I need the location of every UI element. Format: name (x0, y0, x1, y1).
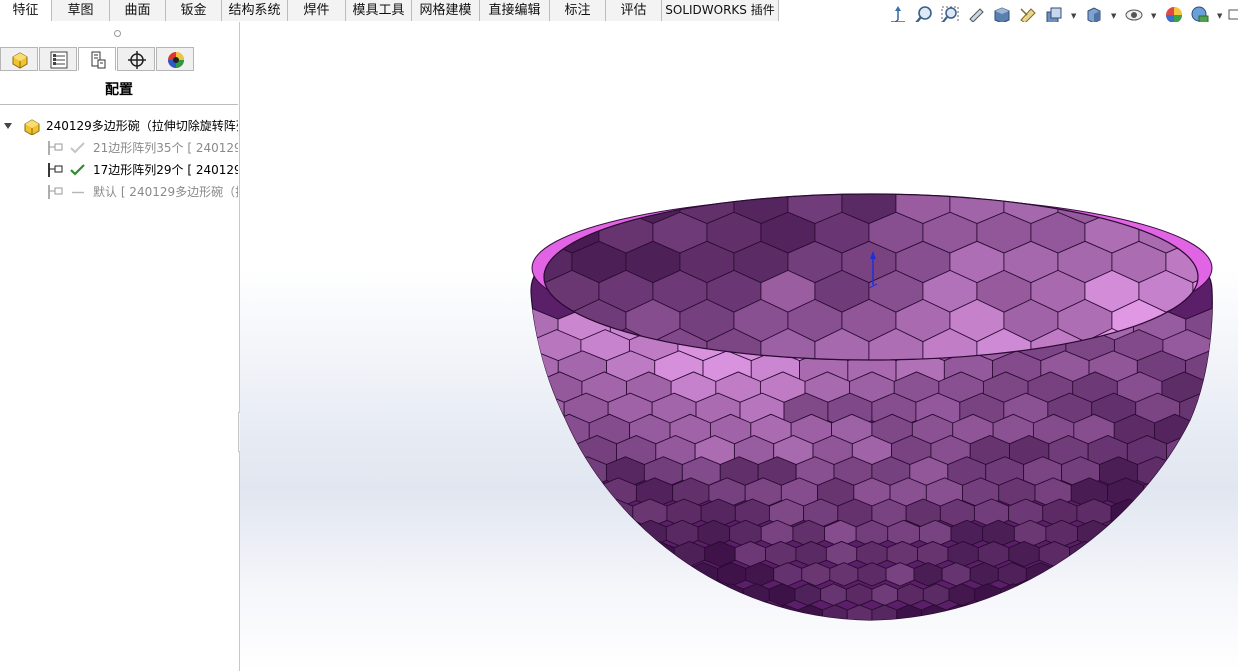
outer-facet (661, 562, 691, 587)
config-row-3[interactable]: 默认 [ 240129多边形碗（拉伸切除旋转阵列 ] (0, 183, 238, 201)
outer-facet (1099, 540, 1131, 567)
dash-icon (72, 191, 84, 194)
apply-scene-dropdown-icon[interactable]: ▼ (1217, 13, 1224, 20)
inner-facet (464, 241, 518, 288)
tab-markup[interactable]: 标注 (550, 0, 606, 21)
outer-facet (1025, 583, 1053, 606)
configuration-icon (91, 51, 106, 69)
inner-facet (1220, 241, 1238, 288)
tree-root-label: 240129多边形碗（拉伸切除旋转阵列 (46, 119, 238, 133)
outer-facet (462, 351, 511, 391)
feature-manager-tab[interactable] (0, 47, 38, 71)
crosshair-icon (128, 51, 146, 69)
outer-facet (747, 604, 774, 620)
panel-grip-handle[interactable] (114, 30, 121, 37)
outer-facet (1194, 413, 1213, 450)
outer-facet (1174, 456, 1213, 489)
tab-weldments[interactable]: 焊件 (288, 0, 346, 21)
appearance-ball-icon (168, 52, 184, 68)
part-icon (24, 119, 40, 135)
outer-facet (537, 435, 578, 470)
tree-root-row[interactable]: 240129多边形碗（拉伸切除旋转阵列 (0, 117, 238, 135)
configuration-manager-tab[interactable] (78, 47, 116, 71)
outer-facet (570, 519, 604, 548)
tab-structure-system[interactable]: 结构系统 (222, 0, 288, 21)
display-manager-tab[interactable] (156, 47, 194, 71)
config-row-2[interactable]: 17边形阵列29个 [ 240129多边形碗（拉伸切除旋转阵列 ] (0, 161, 238, 179)
property-manager-tab[interactable] (39, 47, 77, 71)
graphics-viewport[interactable] (240, 22, 1238, 671)
tab-sheet-metal[interactable]: 钣金 (166, 0, 222, 21)
outer-facet (531, 329, 534, 372)
outer-facet (563, 498, 600, 528)
tab-mold-tools[interactable]: 模具工具 (346, 0, 412, 21)
checkmark-icon (70, 142, 85, 154)
tab-direct-editing[interactable]: 直接编辑 (480, 0, 550, 21)
panel-divider (0, 104, 238, 105)
command-manager-tabs: 特征 草图 曲面 钣金 结构系统 焊件 模具工具 网格建模 直接编辑 标注 评估… (0, 0, 779, 23)
tab-solidworks-addins[interactable]: SOLIDWORKS 插件 (662, 0, 779, 21)
configuration-node-icon (48, 185, 63, 199)
inner-facet (1165, 194, 1198, 228)
config-label-3: 默认 [ 240129多边形碗（拉伸切除旋转阵列 ] (93, 185, 238, 199)
config-row-1[interactable]: 21边形阵列35个 [ 240129多边形碗（拉伸切除旋转阵列 ] (0, 139, 238, 157)
outer-facet (1206, 371, 1213, 411)
inner-facet (1220, 183, 1238, 227)
inner-facet (464, 183, 518, 227)
outer-facet (531, 435, 539, 470)
outer-facet (453, 308, 506, 351)
configuration-manager-panel: 配置 240129多边形碗（拉伸切除旋转阵列 21边形阵列35个 [ 24012… (0, 22, 240, 671)
inner-facet (464, 299, 518, 350)
outer-facet (1108, 519, 1142, 548)
config-label-2: 17边形阵列29个 [ 240129多边形碗（拉伸切除旋转阵列 ] (93, 163, 238, 177)
outer-facet (476, 393, 520, 430)
collapse-arrow-icon[interactable] (4, 123, 12, 129)
inner-facet (544, 211, 546, 259)
outer-facet (531, 477, 565, 509)
tab-evaluate[interactable]: 评估 (606, 0, 662, 21)
outer-facet (691, 583, 719, 606)
inner-facet (1220, 299, 1238, 350)
tab-features[interactable]: 特征 (0, 0, 52, 21)
bowl-model[interactable] (240, 22, 1238, 671)
outer-facet (1053, 562, 1083, 587)
tab-surfaces[interactable]: 曲面 (110, 0, 166, 21)
inner-facet (544, 194, 573, 228)
configuration-node-icon (48, 163, 63, 177)
tab-sketch[interactable]: 草图 (52, 0, 110, 21)
view-settings-dropdown-icon[interactable]: ▼ (1071, 13, 1078, 20)
dim-xpert-manager-tab[interactable] (117, 47, 155, 71)
panel-title: 配置 (105, 82, 133, 98)
outer-facet (632, 562, 663, 587)
display-style-dropdown-icon[interactable]: ▼ (1111, 13, 1118, 20)
outer-facet (602, 519, 636, 548)
outer-facet (531, 413, 550, 450)
outer-facet (531, 371, 538, 411)
config-label-1: 21边形阵列35个 [ 240129多边形碗（拉伸切除旋转阵列 ] (93, 141, 238, 155)
outer-facet (1210, 329, 1213, 372)
property-list-icon (50, 51, 68, 69)
configuration-node-icon (48, 141, 63, 155)
outer-facet (563, 477, 601, 509)
tab-mesh-modeling[interactable]: 网格建模 (412, 0, 480, 21)
outer-facet (1144, 498, 1181, 528)
outer-facet (531, 456, 570, 489)
active-checkmark-icon (70, 164, 85, 176)
part-icon (12, 52, 28, 69)
outer-facet (613, 540, 645, 567)
hide-show-dropdown-icon[interactable]: ▼ (1151, 13, 1158, 20)
manager-tabs (0, 47, 238, 72)
